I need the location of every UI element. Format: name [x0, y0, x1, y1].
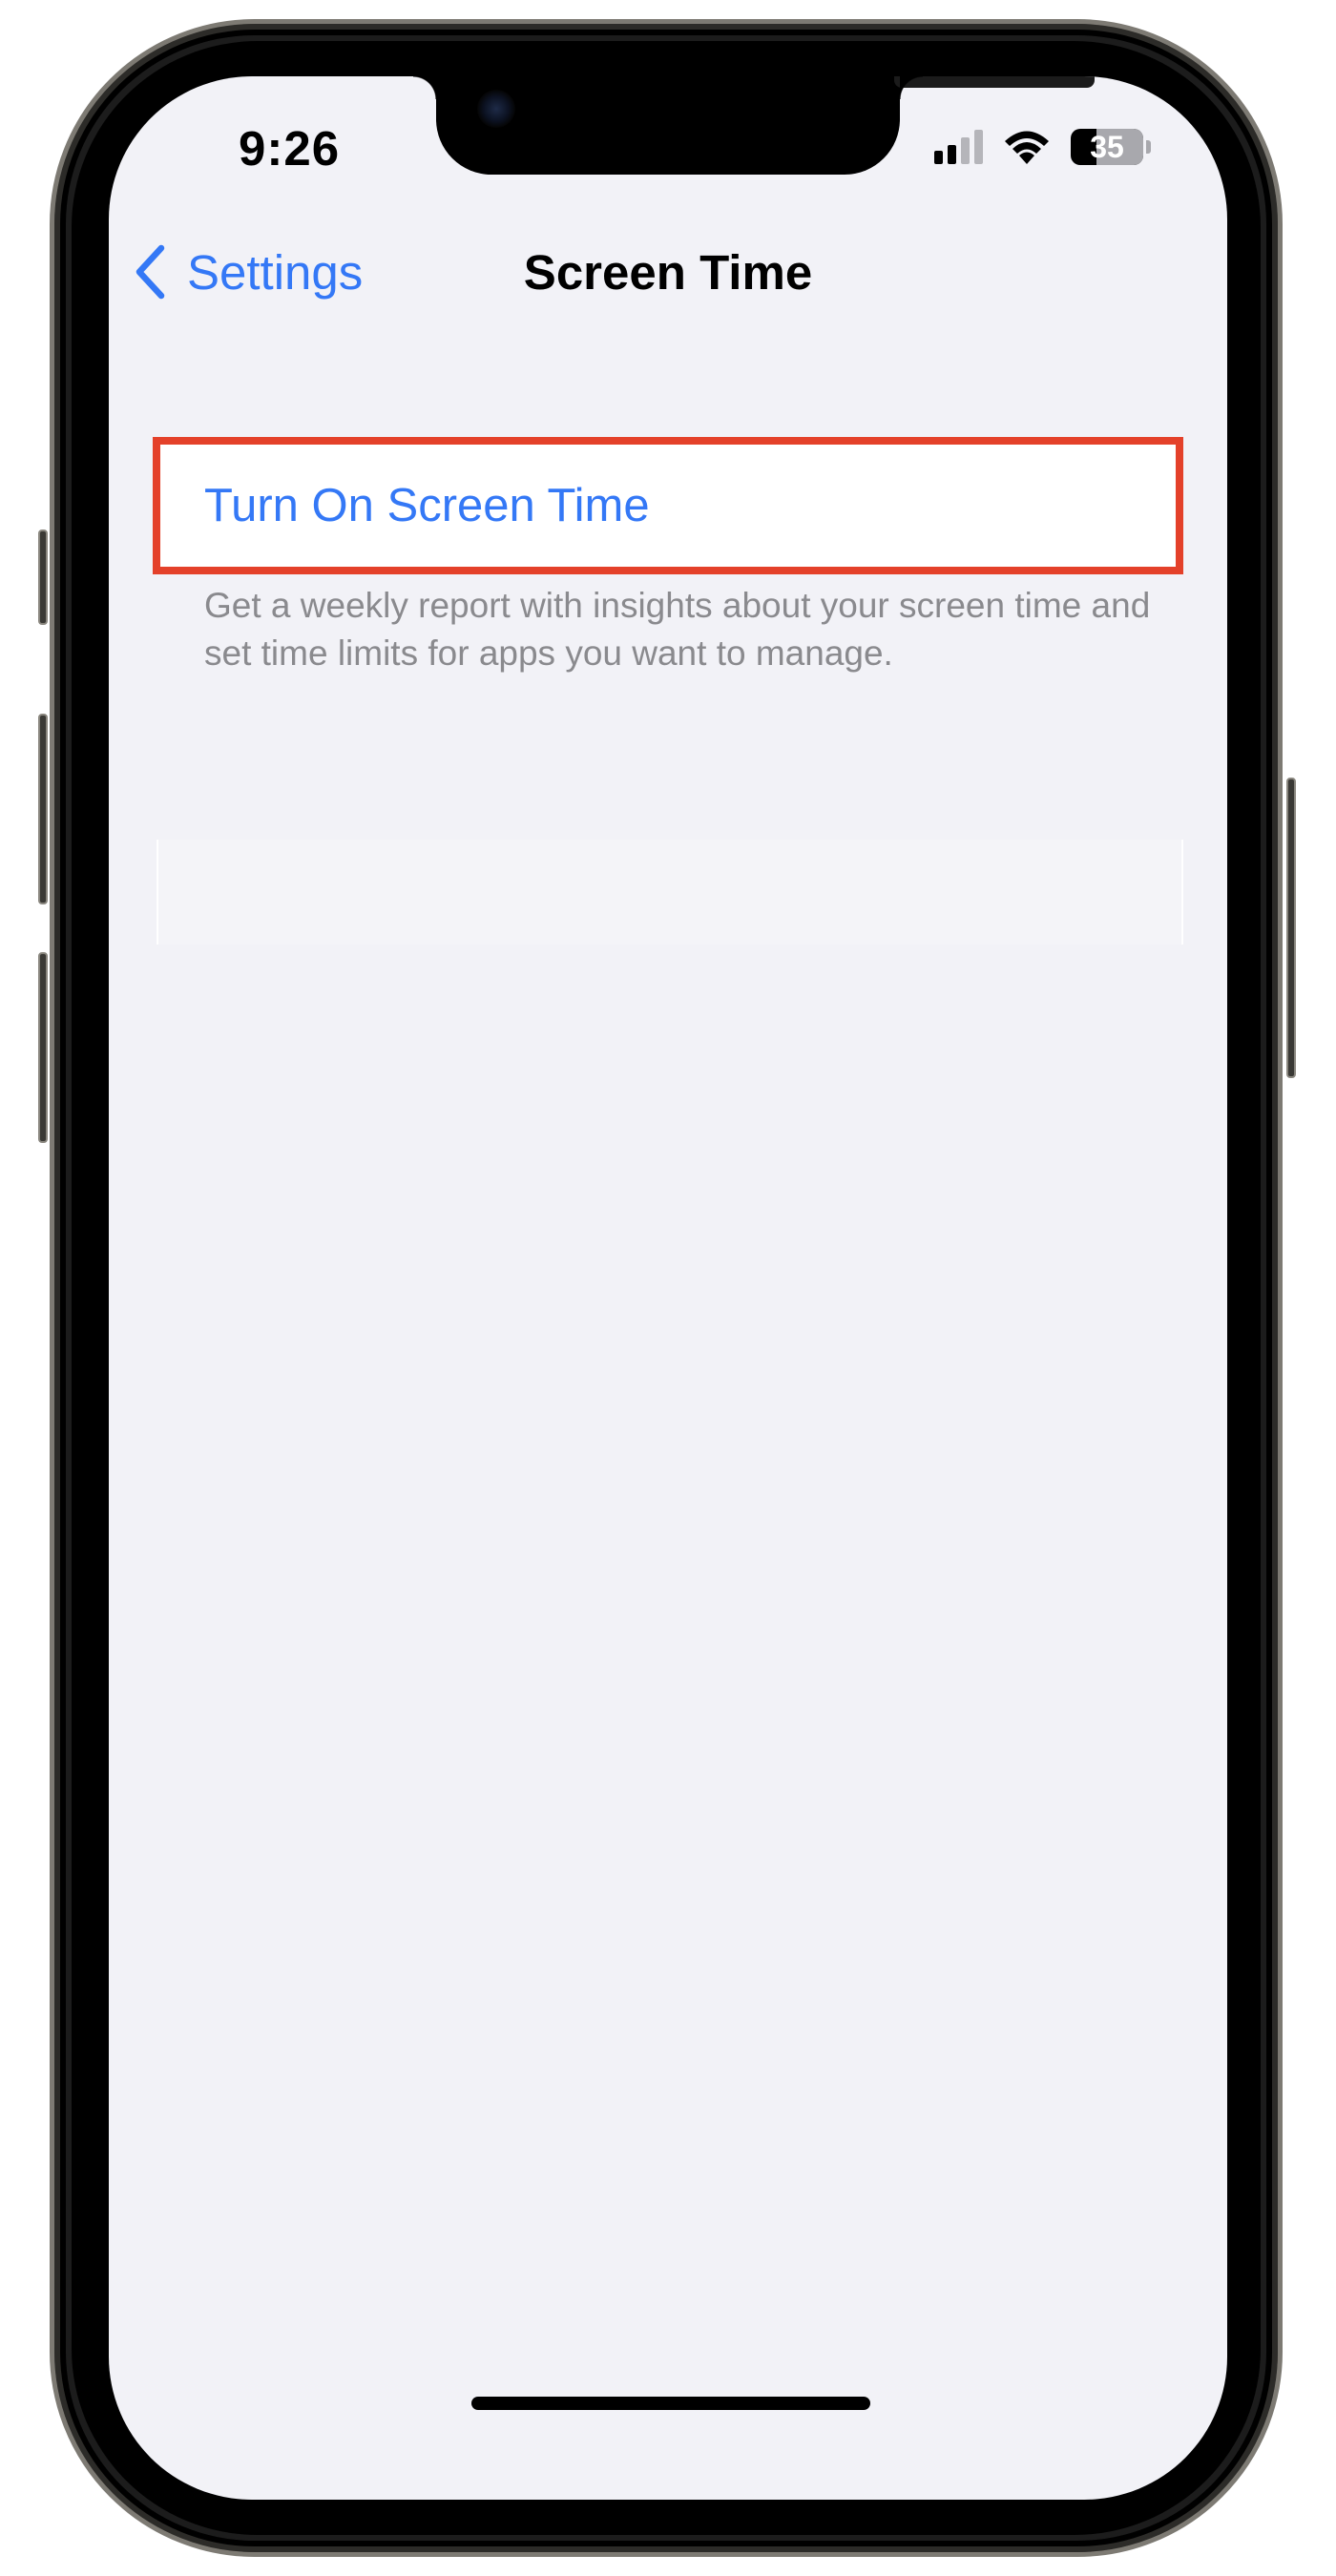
power-button	[1286, 778, 1296, 1078]
volume-up-button	[38, 714, 48, 904]
front-camera	[477, 90, 515, 128]
status-icons: 35	[934, 126, 1151, 168]
silent-switch	[38, 530, 48, 625]
battery-icon: 35	[1071, 129, 1143, 165]
battery-indicator: 35	[1071, 129, 1151, 165]
battery-level: 35	[1090, 129, 1124, 164]
battery-cap	[1146, 140, 1151, 154]
page-title: Screen Time	[523, 245, 813, 300]
cellular-signal-icon	[934, 130, 983, 164]
volume-down-button	[38, 952, 48, 1143]
stage: 9:26 35 Settings Screen Time Turn On Scr…	[0, 0, 1336, 2576]
wifi-icon	[1005, 131, 1049, 164]
empty-group-placeholder	[157, 840, 1183, 945]
home-indicator[interactable]	[471, 2397, 870, 2410]
phone-screen: 9:26 35 Settings Screen Time Turn On Scr…	[109, 76, 1227, 2500]
turn-on-screen-time-label: Turn On Screen Time	[204, 480, 650, 531]
turn-on-screen-time-button[interactable]: Turn On Screen Time	[153, 437, 1183, 574]
earpiece-speaker	[894, 76, 1095, 88]
screen-time-description: Get a weekly report with insights about …	[204, 586, 1151, 673]
status-time: 9:26	[239, 121, 341, 176]
notch	[413, 76, 1095, 175]
